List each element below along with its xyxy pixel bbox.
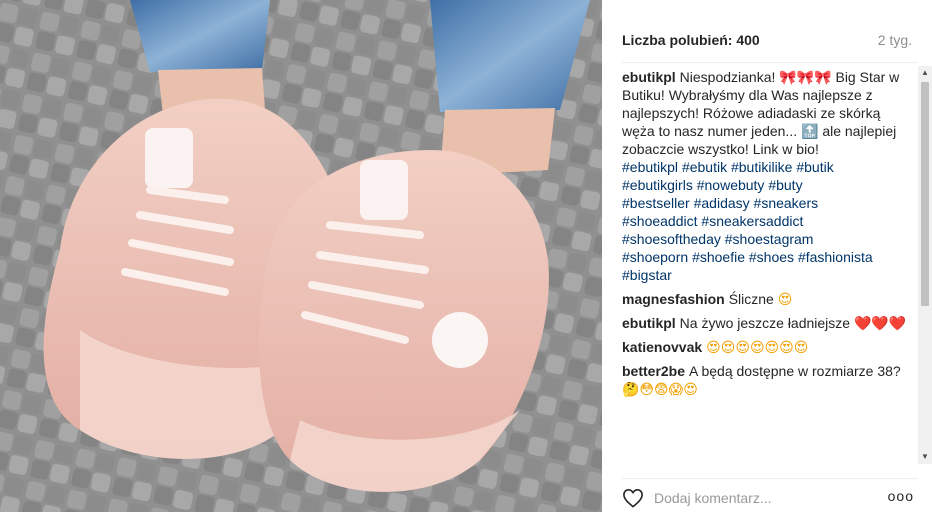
scroll-up-arrow-icon[interactable]: ▲ — [918, 66, 932, 80]
hashtag[interactable]: #shoestagram — [725, 231, 814, 247]
ribbon-emoji: 🎀🎀🎀 — [779, 69, 832, 85]
hashtag[interactable]: #adidasy — [694, 195, 750, 211]
divider — [622, 62, 918, 63]
comment-text: A będą dostępne w rozmiarze 38? — [689, 363, 901, 379]
comment-item: katienovvak 😍😍😍😍😍😍😍 — [622, 338, 912, 356]
comment-username[interactable]: ebutikpl — [622, 315, 676, 331]
comment-item: ebutikpl Na żywo jeszcze ładniejsze ❤️❤️❤… — [622, 314, 912, 332]
comments-scrollbar[interactable]: ▲ ▼ — [918, 66, 932, 464]
comment-item: magnesfashion Śliczne 😍 — [622, 290, 912, 308]
comment-username[interactable]: magnesfashion — [622, 291, 725, 307]
hashtag[interactable]: #shoesoftheday — [622, 231, 721, 247]
more-options-button[interactable]: ooo — [888, 488, 914, 504]
hashtag[interactable]: #shoeporn — [622, 249, 688, 265]
hashtag[interactable]: #shoes — [749, 249, 794, 265]
comment-text: Śliczne — [728, 291, 774, 307]
comment-bar: ooo — [622, 486, 914, 510]
post-time[interactable]: 2 tyg. — [878, 32, 912, 48]
hashtag[interactable]: #buty — [768, 177, 802, 193]
hashtag[interactable]: #butikilike — [731, 159, 792, 175]
scrollbar-thumb[interactable] — [921, 82, 929, 306]
comment-username[interactable]: katienovvak — [622, 339, 702, 355]
reaction-emojis: 🤔😳😨😱😍 — [622, 381, 698, 397]
hashtag[interactable]: #sneakers — [754, 195, 819, 211]
likes-count[interactable]: Liczba polubień: 400 — [622, 32, 760, 48]
hashtag[interactable]: #fashionista — [798, 249, 873, 265]
hashtag[interactable]: #ebutik — [682, 159, 727, 175]
hashtag[interactable]: #nowebuty — [697, 177, 765, 193]
hashtag[interactable]: #ebutikpl — [622, 159, 678, 175]
hashtag[interactable]: #shoefie — [692, 249, 745, 265]
hashtag[interactable]: #bigstar — [622, 267, 672, 283]
comment-username[interactable]: better2be — [622, 363, 685, 379]
caption-comment: ebutikpl Niespodzianka! 🎀🎀🎀 Big Star w Bu… — [622, 68, 912, 284]
hashtag[interactable]: #bestseller — [622, 195, 690, 211]
comments-list: ebutikpl Niespodzianka! 🎀🎀🎀 Big Star w Bu… — [622, 68, 912, 464]
hashtag-list: #ebutikpl #ebutik #butikilike #butik #ebu… — [622, 159, 873, 283]
hashtag[interactable]: #butik — [796, 159, 833, 175]
top-emoji: 🔝 — [801, 123, 819, 139]
hashtag[interactable]: #shoeaddict — [622, 213, 698, 229]
comment-username[interactable]: ebutikpl — [622, 69, 676, 85]
instagram-post-view: Liczba polubień: 400 2 tyg. ebutikpl Nies… — [0, 0, 932, 512]
scroll-down-arrow-icon[interactable]: ▼ — [918, 450, 932, 464]
likes-row: Liczba polubień: 400 2 tyg. — [622, 32, 912, 50]
comment-text: Na żywo jeszcze ładniejsze — [679, 315, 851, 331]
sneakers-photo-illustration — [0, 0, 602, 512]
post-photo[interactable] — [0, 0, 602, 512]
caption-text-1: Niespodzianka! — [679, 69, 780, 85]
comment-input[interactable] — [654, 489, 876, 507]
heart-icon[interactable] — [622, 488, 644, 508]
divider — [622, 478, 918, 479]
hashtag[interactable]: #sneakersaddict — [701, 213, 803, 229]
hearts-emoji: ❤️❤️❤️ — [853, 315, 907, 331]
comment-item: better2be A będą dostępne w rozmiarze 38?… — [622, 362, 912, 398]
heart-eyes-emoji: 😍 — [777, 291, 793, 307]
heart-eyes-emoji: 😍😍😍😍😍😍😍 — [706, 339, 809, 355]
post-side-panel: Liczba polubień: 400 2 tyg. ebutikpl Nies… — [602, 0, 932, 512]
hashtag[interactable]: #ebutikgirls — [622, 177, 693, 193]
